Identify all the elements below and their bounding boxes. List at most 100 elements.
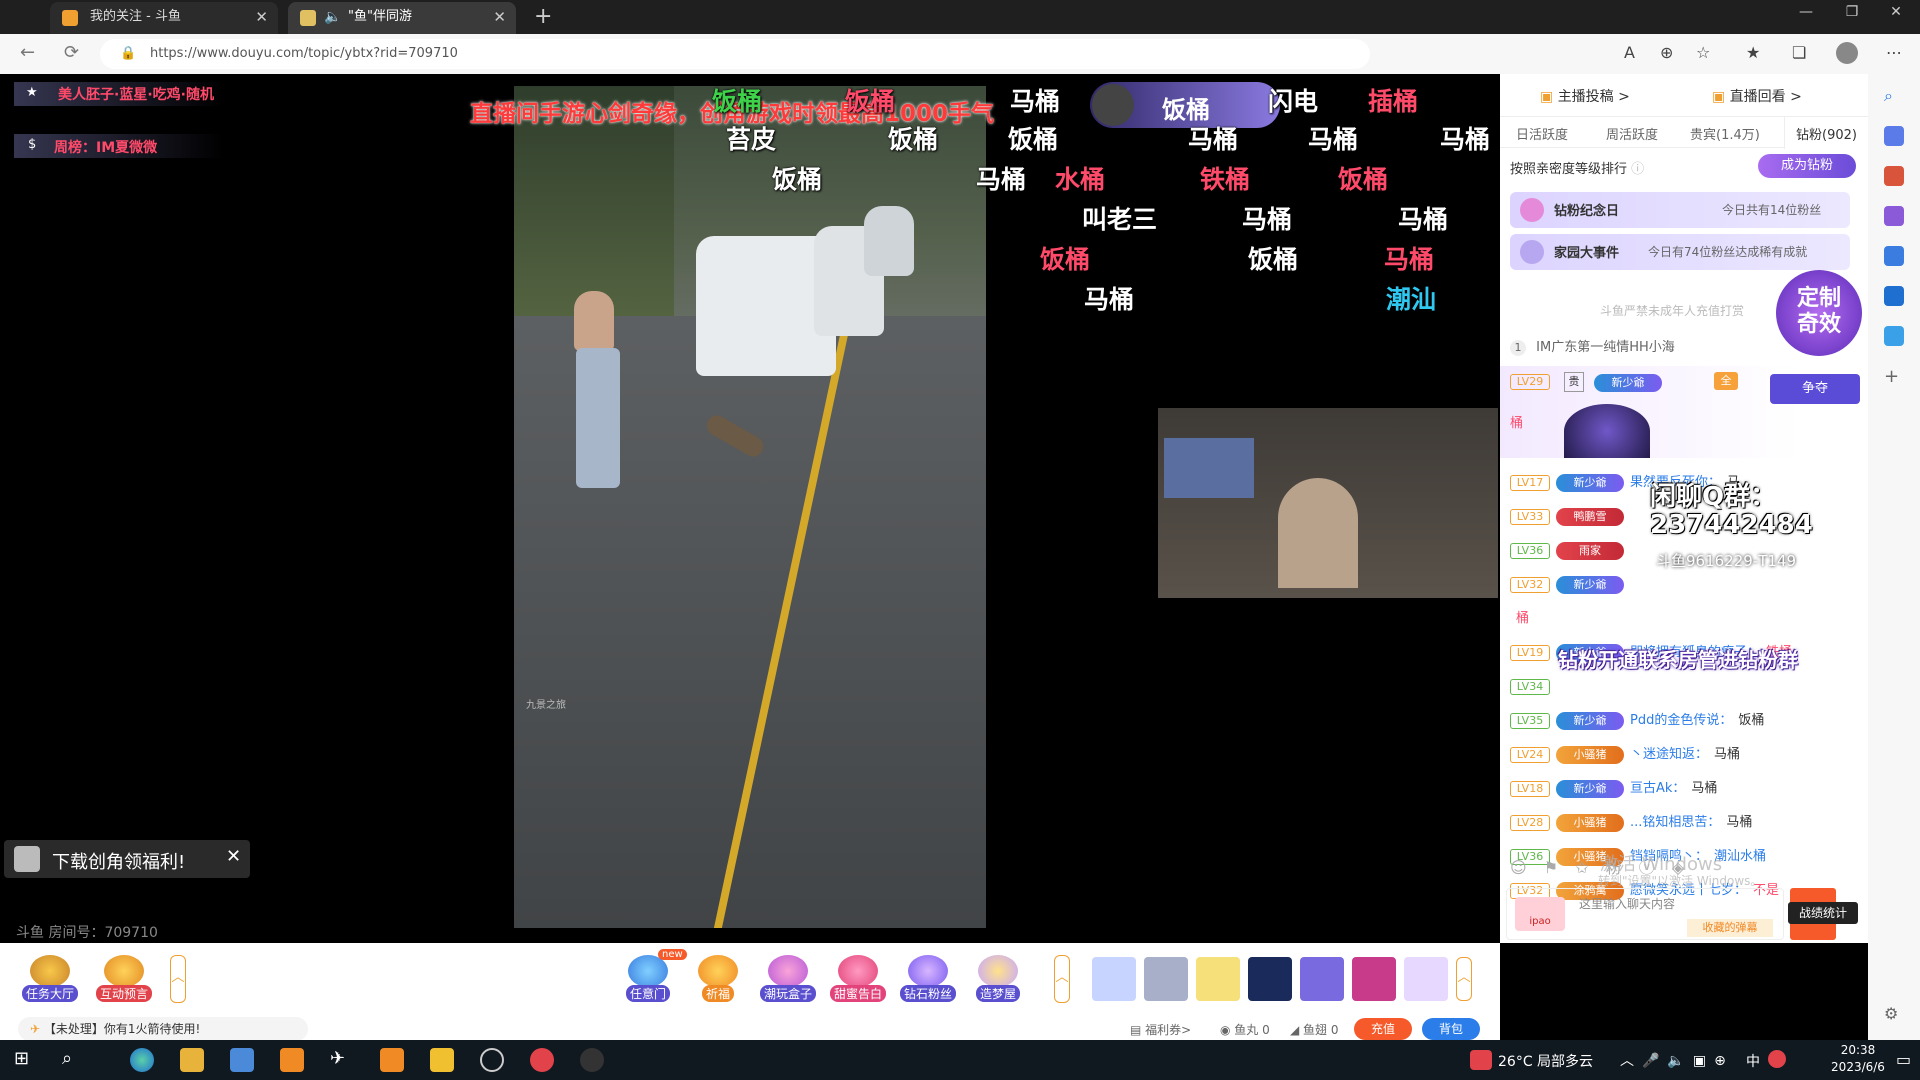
battle-stats-button[interactable]: 战绩统计	[1788, 902, 1858, 924]
task-hall-button[interactable]: 任务大厅	[20, 955, 80, 1003]
speaker-icon[interactable]: 🔈	[324, 2, 341, 32]
favorite-add-icon[interactable]: ☆	[1696, 43, 1710, 62]
chat-username[interactable]: ...铭知相思苦：	[1630, 815, 1720, 830]
chat-username[interactable]: 丶迷途知返：	[1630, 747, 1708, 762]
favorites-icon[interactable]: ★	[1746, 43, 1760, 62]
expand-gift-button[interactable]: ︿	[1456, 957, 1472, 1001]
app-icon[interactable]	[380, 1048, 404, 1072]
favorite-danmu-button[interactable]: 收藏的弹幕	[1687, 919, 1773, 937]
anywhere-door-button[interactable]: new 任意门	[618, 949, 687, 1003]
expand-left-button[interactable]: ︿	[170, 955, 186, 1003]
dream-house-button[interactable]: 造梦屋	[968, 955, 1028, 1003]
chat-message[interactable]: LV33 鸭鹏雪	[1510, 506, 1624, 528]
backpack-button[interactable]: 背包	[1422, 1018, 1480, 1040]
rocket-notice[interactable]: ✈ 【未处理】你有1火箭待使用!	[18, 1017, 308, 1041]
plane-app-icon[interactable]: ✈	[330, 1048, 354, 1072]
gift-icon[interactable]	[1404, 957, 1448, 1001]
tab-weekly[interactable]: 周活跃度	[1606, 124, 1658, 143]
recharge-button[interactable]: 充值	[1354, 1018, 1412, 1040]
profile-avatar[interactable]	[1836, 42, 1858, 64]
custom-effect-badge[interactable]: 定制 奇效	[1776, 270, 1862, 356]
gift-icon[interactable]	[1092, 957, 1136, 1001]
douyu-app-icon[interactable]	[430, 1048, 454, 1072]
fan-medal[interactable]: 小骚猪	[1556, 813, 1624, 832]
search-icon[interactable]: ⌕	[62, 1048, 86, 1072]
chat-message[interactable]: LV18 新少爺 亘古Ak： 马桶	[1510, 778, 1717, 800]
chat-message[interactable]: 桶	[1510, 608, 1529, 630]
player-stage[interactable]: ★ 美人胚子·蓝星·吃鸡·随机 $ 周榜：IM夏微微 九景之旅 直播间手游心剑奇…	[0, 74, 1500, 943]
add-icon[interactable]: +	[1884, 366, 1904, 387]
help-icon[interactable]: ⓘ	[1631, 162, 1644, 177]
clock-time[interactable]: 20:38	[1828, 1043, 1888, 1057]
chat-username[interactable]: Pdd的金色传说：	[1630, 713, 1732, 728]
trend-box-button[interactable]: 潮玩盒子	[758, 955, 818, 1003]
fan-medal[interactable]: 新少爺	[1556, 711, 1624, 730]
tab-daily[interactable]: 日活跃度	[1516, 124, 1568, 143]
restore-button[interactable]: ❐	[1832, 4, 1872, 20]
toolbox-icon[interactable]	[1884, 166, 1904, 186]
fan-medal[interactable]: 新少爺	[1556, 473, 1624, 492]
download-tip[interactable]: 下载创角领福利! ✕	[4, 840, 250, 878]
windows-start-icon[interactable]: ⊞	[14, 1048, 38, 1072]
chat-input[interactable]: ipao 这里输入聊天内容 收藏的弹幕	[1506, 888, 1784, 940]
tray-icons[interactable]: ︿🎤🔈▣⊕	[1620, 1050, 1734, 1070]
coupon-link[interactable]: ▤ 福利券>	[1130, 1021, 1191, 1038]
gift-icon[interactable]	[1144, 957, 1188, 1001]
interactive-prediction-button[interactable]: 互动预言	[94, 955, 154, 1003]
streamer-posts-link[interactable]: ▣ 主播投稿 >	[1540, 86, 1630, 106]
chat-message[interactable]: LV24 小骚猪 丶迷途知返： 马桶	[1510, 744, 1740, 766]
app-icon[interactable]	[580, 1048, 604, 1072]
netease-music-icon[interactable]	[530, 1048, 554, 1072]
settings-gear-icon[interactable]: ⚙	[1884, 1004, 1904, 1024]
tab-my-follows[interactable]: 我的关注 - 斗鱼 ✕	[50, 2, 278, 34]
minimize-button[interactable]: —	[1786, 4, 1826, 20]
fan-medal[interactable]: 新少爺	[1556, 575, 1624, 594]
more-menu-icon[interactable]: ⋯	[1886, 43, 1902, 62]
gift-icon[interactable]	[1352, 957, 1396, 1001]
become-fan-button[interactable]: 成为钻粉	[1758, 154, 1856, 178]
chat-message[interactable]: LV28 小骚猪 ...铭知相思苦： 马桶	[1510, 812, 1752, 834]
tab-diamond-fans[interactable]: 钻粉(902)	[1784, 117, 1868, 149]
read-aloud-icon[interactable]: A	[1624, 43, 1635, 62]
file-explorer-icon[interactable]	[180, 1048, 204, 1072]
ime-indicator[interactable]: 中	[1746, 1051, 1760, 1071]
tag-icon[interactable]	[1884, 126, 1904, 146]
replay-link[interactable]: ▣ 直播回看 >	[1712, 86, 1802, 106]
clock-date[interactable]: 2023/6/6	[1820, 1060, 1896, 1074]
zoom-icon[interactable]: ⊕	[1660, 43, 1673, 62]
new-tab-button[interactable]: +	[534, 4, 552, 29]
url-field[interactable]: 🔒 https://www.douyu.com/topic/ybtx?rid=7…	[100, 39, 1370, 69]
obs-icon[interactable]	[480, 1048, 504, 1072]
chat-message[interactable]: LV34	[1510, 676, 1556, 698]
tab-close-icon[interactable]: ✕	[493, 2, 506, 32]
chat-username[interactable]: 亘古Ak：	[1630, 781, 1685, 796]
edge-icon[interactable]	[130, 1048, 154, 1072]
gift-icon[interactable]	[1300, 957, 1344, 1001]
chat-message[interactable]: LV35 新少爺 Pdd的金色传说： 饭桶	[1510, 710, 1764, 732]
fan-medal[interactable]: 小骚猪	[1556, 745, 1624, 764]
antivirus-icon[interactable]	[1768, 1050, 1786, 1068]
games-icon[interactable]	[1884, 206, 1904, 226]
back-arrow-icon[interactable]: ←	[20, 42, 35, 63]
refresh-icon[interactable]: ⟳	[64, 42, 79, 63]
close-window-button[interactable]: ✕	[1876, 4, 1916, 20]
fan-medal[interactable]: 新少爺	[1556, 779, 1624, 798]
app-icon[interactable]	[280, 1048, 304, 1072]
grab-badge[interactable]: 争夺	[1770, 374, 1860, 404]
gift-icon[interactable]	[1196, 957, 1240, 1001]
weather-icon[interactable]	[1470, 1050, 1492, 1070]
sweet-confession-button[interactable]: 甜蜜告白	[828, 955, 888, 1003]
collections-icon[interactable]: ❏	[1792, 43, 1806, 62]
notification-icon[interactable]: ▭	[1896, 1050, 1911, 1069]
tab-active-stream[interactable]: 🔈 "鱼"伴同游 ✕	[288, 2, 516, 34]
outlook-icon[interactable]	[1884, 286, 1904, 306]
weather-text[interactable]: 26°C 局部多云	[1498, 1051, 1593, 1071]
close-icon[interactable]: ✕	[226, 846, 241, 867]
send-icon[interactable]	[1884, 326, 1904, 346]
office-icon[interactable]	[1884, 246, 1904, 266]
chat-message[interactable]: LV32 新少爺	[1510, 574, 1624, 596]
stream-video[interactable]: 九景之旅	[514, 86, 986, 928]
fan-medal[interactable]: 雨家	[1556, 541, 1624, 560]
home-event-card[interactable]: 家园大事件 今日有74位粉丝达成稀有成就	[1510, 234, 1850, 270]
blessing-button[interactable]: 祈福	[688, 955, 748, 1003]
